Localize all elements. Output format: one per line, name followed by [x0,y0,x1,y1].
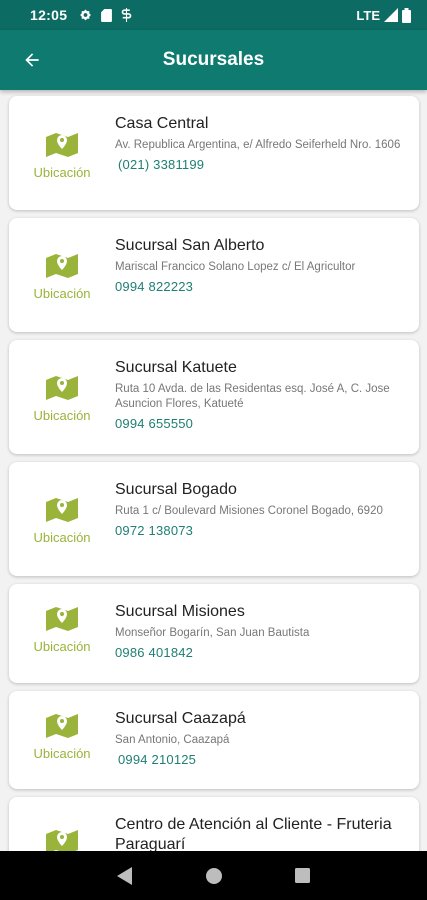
branch-info: Centro de Atención al Cliente - Fruteria… [115,797,419,851]
nav-recents-button[interactable] [283,856,323,896]
map-pin-icon [46,376,78,400]
back-triangle-icon [116,866,132,885]
branch-address: Av. Republica Argentina, e/ Alfredo Seif… [115,139,401,151]
branch-info: Casa Central Av. Republica Argentina, e/… [115,96,419,172]
location-label: Ubicación [33,639,91,654]
battery-icon [402,7,411,23]
location-label: Ubicación [33,530,91,545]
location-button[interactable]: Ubicación [9,218,115,301]
branch-info: Sucursal Katuete Ruta 10 Avda. de las Re… [115,340,419,431]
branch-card[interactable]: Ubicación Sucursal Bogado Ruta 1 c/ Boul… [9,462,419,576]
branch-phone[interactable]: (021) 3381199 [115,157,407,172]
location-label: Ubicación [33,165,91,180]
branch-card[interactable]: Ubicación Sucursal San Alberto Mariscal … [9,218,419,332]
branch-info: Sucursal Caazapá San Antonio, Caazapá 09… [115,691,419,767]
location-label: Ubicación [33,286,91,301]
branch-address: Mariscal Francico Solano Lopez c/ El Agr… [115,261,356,273]
branch-info: Sucursal Misiones Monseñor Bogarín, San … [115,584,419,660]
sd-card-icon [101,8,113,22]
home-circle-icon [205,867,222,884]
branch-name: Sucursal Misiones [115,603,245,620]
page-title: Sucursales [162,49,265,70]
branch-name: Centro de Atención al Cliente - Fruteria… [115,816,392,851]
nav-home-button[interactable] [194,856,234,896]
branch-info: Sucursal Bogado Ruta 1 c/ Boulevard Misi… [115,462,419,538]
s-app-icon [121,8,132,22]
signal-icon [384,8,398,22]
branch-address: San Antonio, Caazapá [115,734,230,746]
branch-phone[interactable]: 0994 655550 [115,416,407,431]
back-button[interactable] [12,40,52,80]
map-pin-icon [46,498,78,522]
map-pin-icon [46,830,78,851]
branch-address: Monseñor Bogarín, San Juan Bautista [115,627,310,639]
branch-name: Casa Central [115,115,209,132]
navigation-bar [0,851,427,900]
branch-card[interactable]: Ubicación Sucursal Caazapá San Antonio, … [9,691,419,789]
branch-address: Ruta 1 c/ Boulevard Misiones Coronel Bog… [115,505,383,517]
map-pin-icon [46,133,78,157]
location-button[interactable]: Ubicación [9,584,115,654]
branch-phone[interactable]: 0994 822223 [115,279,407,294]
branch-list[interactable]: Ubicación Casa Central Av. Republica Arg… [0,90,427,851]
location-button[interactable]: Ubicación [9,462,115,545]
branch-name: Sucursal San Alberto [115,237,265,254]
app-bar: Sucursales [0,30,427,90]
branch-card[interactable]: Ubicación Casa Central Av. Republica Arg… [9,96,419,210]
location-button[interactable]: Ubicación [9,96,115,180]
branch-card[interactable]: Ubicación Sucursal Katuete Ruta 10 Avda.… [9,340,419,454]
network-type: LTE [356,7,380,23]
branch-card[interactable]: Ubicación Sucursal Misiones Monseñor Bog… [9,584,419,683]
map-pin-icon [46,607,78,631]
branch-address: Ruta 10 Avda. de las Residentas esq. Jos… [115,383,390,410]
map-pin-icon [46,714,78,738]
branch-name: Sucursal Caazapá [115,710,246,727]
settings-icon [80,9,92,20]
location-button[interactable]: Ubicación [9,340,115,423]
arrow-left-icon [25,53,39,67]
status-system-icons [79,8,132,22]
branch-phone[interactable]: 0972 138073 [115,523,407,538]
location-label: Ubicación [33,408,91,423]
branch-info: Sucursal San Alberto Mariscal Francico S… [115,218,419,294]
location-button[interactable]: Ubicación [9,691,115,761]
location-button[interactable]: Ubicación [9,797,115,851]
branch-card[interactable]: Ubicación Centro de Atención al Cliente … [9,797,419,851]
branch-phone[interactable]: 0986 401842 [115,645,407,660]
status-time: 12:05 [30,7,68,23]
recents-square-icon [295,868,310,883]
branch-name: Sucursal Katuete [115,359,237,376]
status-right: LTE [356,7,411,23]
map-pin-icon [46,254,78,278]
nav-back-button[interactable] [105,856,145,896]
branch-phone[interactable]: 0994 210125 [115,752,407,767]
status-bar: 12:05 LTE [0,0,427,30]
branch-name: Sucursal Bogado [115,481,237,498]
location-label: Ubicación [33,746,91,761]
